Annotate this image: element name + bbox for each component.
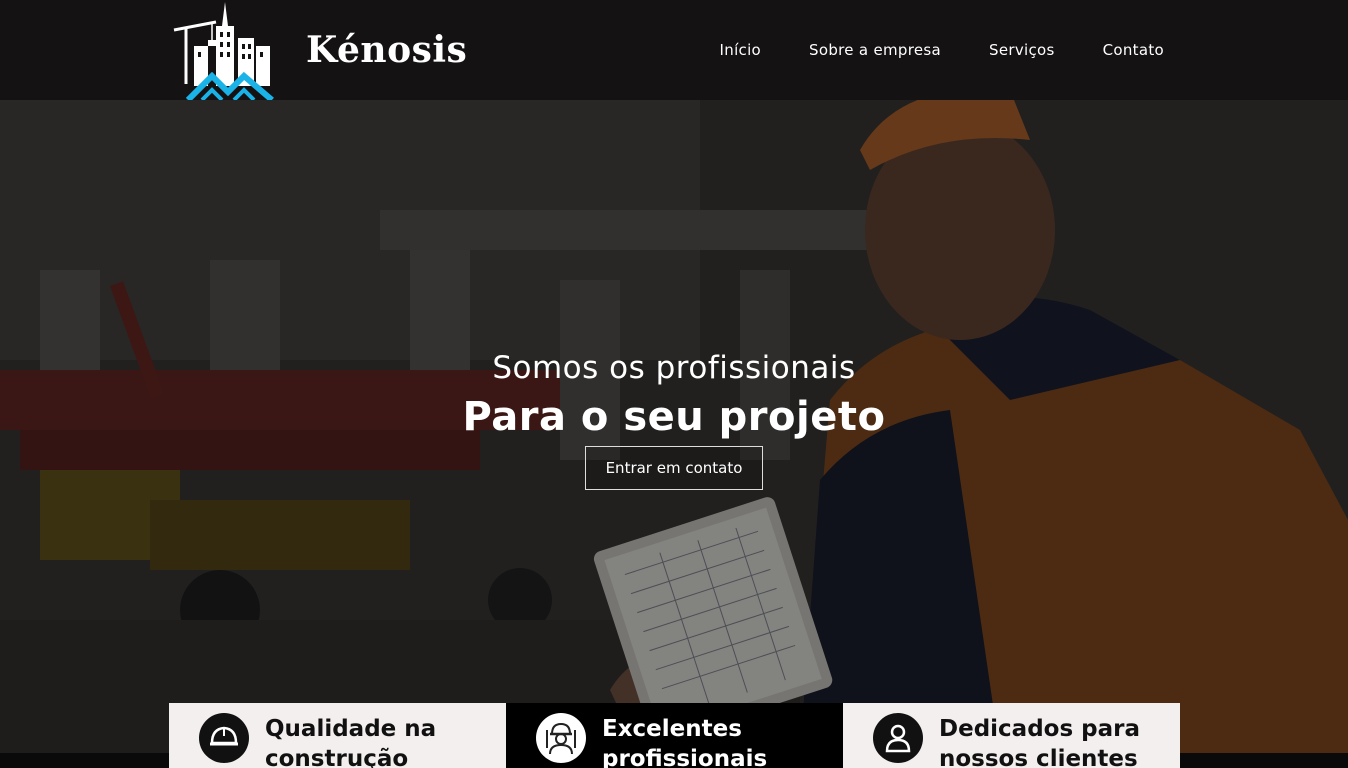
- nav-item-inicio[interactable]: Início: [720, 41, 762, 59]
- contact-cta-button[interactable]: Entrar em contato: [584, 446, 764, 490]
- feature-card-quality: Qualidade na construção: [169, 703, 506, 768]
- features-row: Qualidade na construção Excelentes profi…: [169, 703, 1180, 768]
- hard-hat-icon: [199, 713, 249, 763]
- hero-section: Somos os profissionais Para o seu projet…: [0, 100, 1348, 753]
- user-icon: [873, 713, 923, 763]
- feature-title: Qualidade na construção: [265, 716, 437, 768]
- hero-content: Somos os profissionais Para o seu projet…: [0, 350, 1348, 490]
- logo-link[interactable]: Kénosis: [168, 0, 468, 100]
- main-nav: Início Sobre a empresa Serviços Contato: [720, 0, 1164, 100]
- worker-icon: [536, 713, 586, 763]
- nav-item-sobre[interactable]: Sobre a empresa: [809, 41, 941, 59]
- site-header: Kénosis Início Sobre a empresa Serviços …: [0, 0, 1348, 100]
- nav-item-contato[interactable]: Contato: [1103, 41, 1164, 59]
- feature-card-clients: Dedicados para nossos clientes: [843, 703, 1180, 768]
- brand-name: Kénosis: [306, 29, 468, 71]
- hero-subtitle: Somos os profissionais: [492, 350, 856, 386]
- hero-title: Para o seu projeto: [462, 394, 886, 440]
- feature-title: Dedicados para nossos clientes: [939, 716, 1141, 768]
- nav-item-servicos[interactable]: Serviços: [989, 41, 1055, 59]
- construction-skyline-logo-icon: [173, 2, 274, 100]
- feature-title: Excelentes profissionais: [602, 716, 768, 768]
- feature-card-professionals: Excelentes profissionais: [506, 703, 843, 768]
